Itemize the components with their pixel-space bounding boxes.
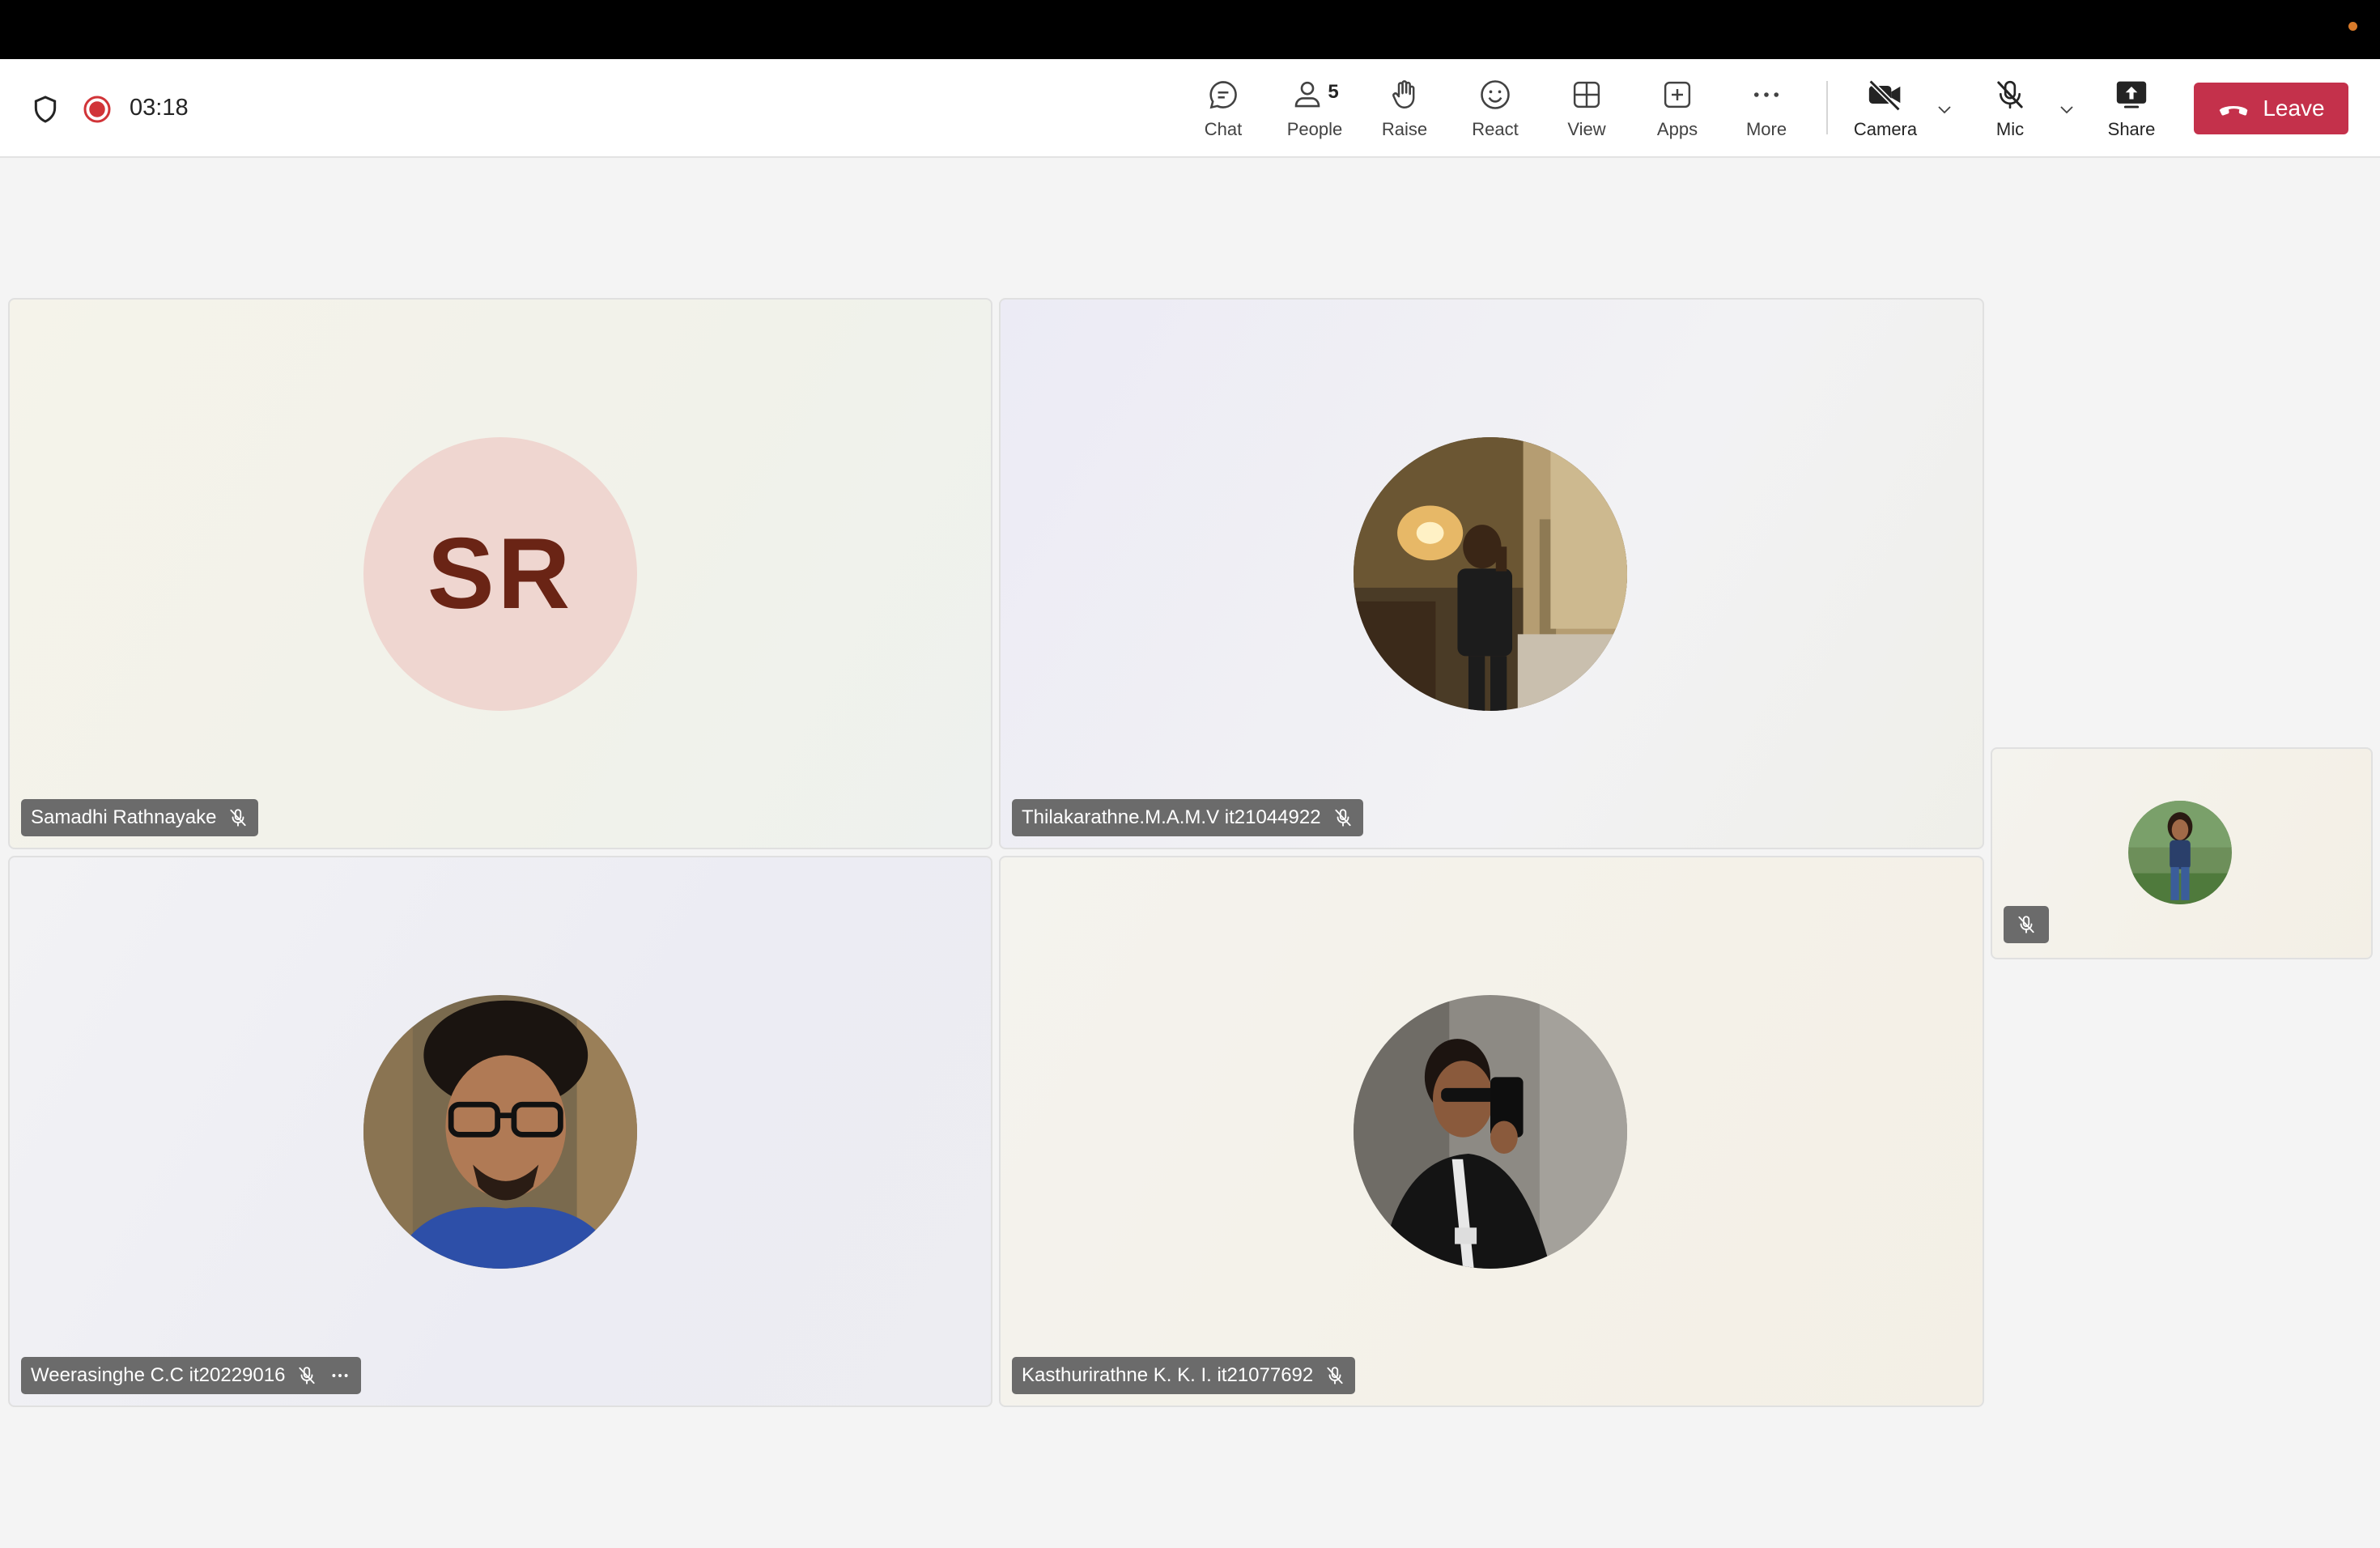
more-button[interactable]: More bbox=[1738, 75, 1795, 148]
share-button[interactable]: Share bbox=[2103, 75, 2160, 148]
mic-off-icon bbox=[1327, 1367, 1343, 1384]
apps-button[interactable]: Apps bbox=[1649, 75, 1706, 148]
participant-nametag: Thilakarathne.M.A.M.V it21044922 bbox=[1012, 799, 1363, 836]
view-icon bbox=[1573, 81, 1600, 108]
view-label: View bbox=[1567, 119, 1606, 139]
self-view-tile[interactable] bbox=[1991, 747, 2373, 959]
chat-button[interactable]: Chat bbox=[1196, 75, 1250, 148]
leave-label: Leave bbox=[2263, 96, 2325, 121]
participant-name: Weerasinghe C.C it20229016 bbox=[31, 1364, 286, 1386]
toolbar-divider bbox=[1826, 81, 1828, 134]
camera-label: Camera bbox=[1853, 119, 1918, 139]
more-icon bbox=[1753, 92, 1779, 97]
avatar bbox=[363, 995, 637, 1269]
phone-hangup-icon bbox=[2220, 106, 2248, 116]
status-dot bbox=[2348, 22, 2357, 31]
more-icon[interactable] bbox=[329, 1365, 351, 1386]
record-icon bbox=[83, 96, 111, 123]
apps-label: Apps bbox=[1656, 119, 1698, 139]
chevron-down-icon[interactable] bbox=[2057, 100, 2076, 119]
people-icon bbox=[1294, 81, 1320, 108]
self-avatar bbox=[2128, 801, 2232, 904]
participant-nametag: Kasthurirathne K. K. I. it21077692 bbox=[1012, 1357, 1356, 1394]
chat-label: Chat bbox=[1204, 119, 1243, 139]
chat-icon bbox=[1209, 81, 1237, 109]
participant-tile[interactable]: Weerasinghe C.C it20229016 bbox=[8, 856, 992, 1407]
react-label: React bbox=[1472, 119, 1519, 139]
call-timer: 03:18 bbox=[130, 95, 189, 121]
leave-button[interactable]: Leave bbox=[2194, 83, 2348, 134]
shield-icon[interactable] bbox=[29, 93, 62, 125]
participant-tile[interactable]: Kasthurirathne K. K. I. it21077692 bbox=[999, 856, 1984, 1407]
mic-label: Mic bbox=[1995, 119, 2025, 139]
participant-photo bbox=[363, 995, 637, 1269]
more-label: More bbox=[1745, 119, 1787, 139]
self-photo bbox=[2128, 801, 2232, 904]
mic-off-icon bbox=[299, 1367, 316, 1384]
mic-off-icon bbox=[1334, 809, 1351, 827]
mic-off-icon bbox=[1997, 80, 2023, 109]
apps-icon bbox=[1664, 81, 1691, 108]
react-icon bbox=[1481, 80, 1510, 109]
participant-nametag: Weerasinghe C.C it20229016 bbox=[21, 1357, 362, 1394]
raise-hand-icon bbox=[1392, 80, 1415, 108]
participant-tile[interactable]: Thilakarathne.M.A.M.V it21044922 bbox=[999, 298, 1984, 849]
people-count: 5 bbox=[1328, 81, 1339, 103]
react-button[interactable]: React bbox=[1467, 75, 1524, 148]
participant-name: Thilakarathne.M.A.M.V it21044922 bbox=[1022, 806, 1321, 828]
people-button[interactable]: 5 People bbox=[1282, 75, 1347, 148]
mic-off-icon bbox=[2018, 916, 2034, 933]
camera-button[interactable]: Camera bbox=[1849, 75, 1922, 148]
participant-photo bbox=[1354, 437, 1627, 711]
meeting-toolbar: 03:18 Chat 5 People Raise React View App… bbox=[0, 59, 2380, 158]
camera-off-icon bbox=[1868, 79, 1901, 112]
raise-hand-button[interactable]: Raise bbox=[1376, 75, 1433, 148]
participant-nametag: Samadhi Rathnayake bbox=[21, 799, 259, 836]
mic-off-icon bbox=[230, 809, 247, 827]
participant-name: Samadhi Rathnayake bbox=[31, 806, 217, 828]
participant-tile[interactable]: SR Samadhi Rathnayake bbox=[8, 298, 992, 849]
avatar bbox=[1354, 437, 1627, 711]
mic-button[interactable]: Mic bbox=[1985, 75, 2035, 148]
raise-label: Raise bbox=[1381, 119, 1428, 139]
avatar bbox=[1354, 995, 1627, 1269]
avatar: SR bbox=[363, 437, 637, 711]
share-label: Share bbox=[2107, 119, 2156, 139]
chevron-down-icon[interactable] bbox=[1935, 100, 1954, 119]
self-mute-badge bbox=[2004, 906, 2049, 943]
people-label: People bbox=[1286, 119, 1343, 139]
view-button[interactable]: View bbox=[1558, 75, 1615, 148]
window-top-bar bbox=[0, 0, 2380, 59]
share-icon bbox=[2116, 81, 2147, 108]
participant-photo bbox=[1354, 995, 1627, 1269]
participant-name: Kasthurirathne K. K. I. it21077692 bbox=[1022, 1364, 1314, 1386]
